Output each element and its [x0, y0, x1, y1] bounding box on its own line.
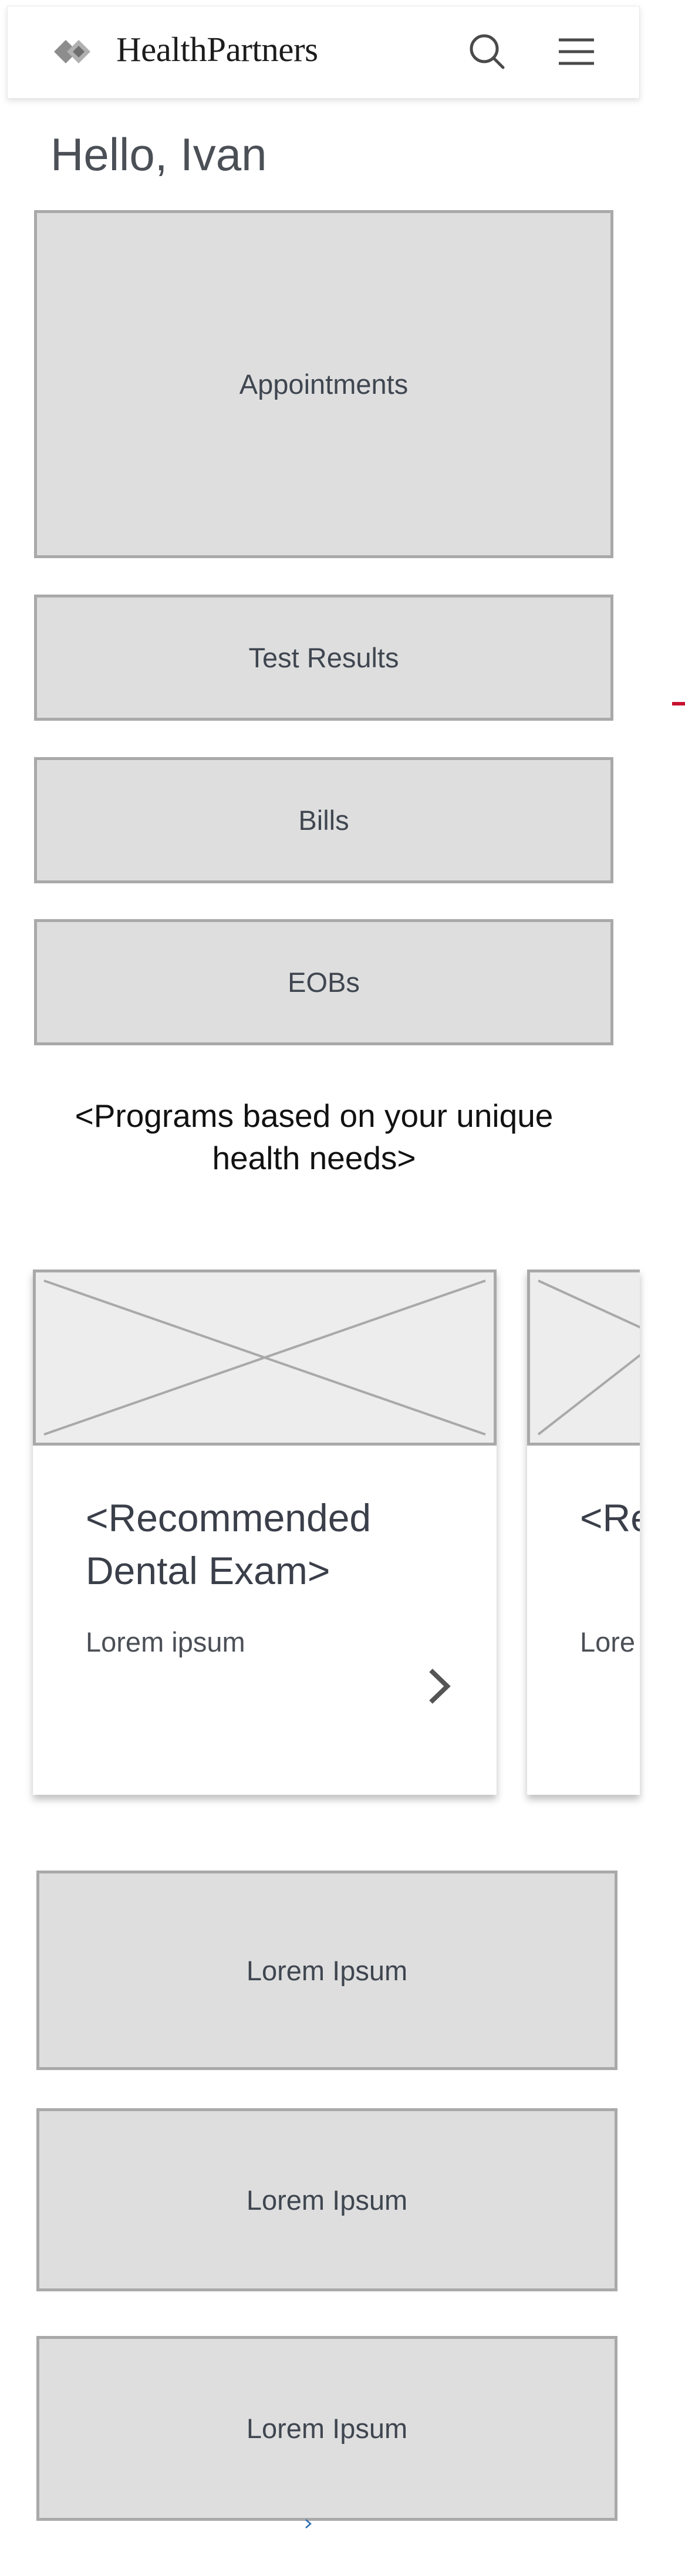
test-results-tile[interactable]: Test Results: [34, 595, 613, 721]
appointments-label: Appointments: [239, 369, 409, 400]
lorem-tile[interactable]: Lorem Ipsum: [36, 2336, 617, 2521]
appointments-tile[interactable]: Appointments: [34, 210, 613, 558]
card-subtitle: Lore: [580, 1626, 636, 1657]
program-card[interactable]: <Recommended Dental Exam> Lorem ipsum: [33, 1270, 497, 1795]
card-subtitle: Lorem ipsum: [86, 1626, 245, 1657]
accent-mark: [672, 702, 685, 705]
lorem-tile-label: Lorem Ipsum: [246, 2413, 408, 2444]
lorem-tile-label: Lorem Ipsum: [246, 1954, 408, 1986]
card-title: <Re XYZ: [580, 1496, 640, 1539]
hamburger-menu-icon[interactable]: [553, 28, 600, 75]
test-results-label: Test Results: [248, 642, 399, 673]
image-placeholder: [33, 1270, 497, 1446]
programs-heading: <Programs based on your unique health ne…: [75, 1098, 554, 1176]
image-placeholder: [527, 1270, 640, 1446]
card-title: <Recommended Dental Exam>: [86, 1496, 372, 1592]
bills-tile[interactable]: Bills: [34, 757, 613, 883]
greeting-title: Hello, Ivan: [50, 129, 267, 180]
chevron-right-icon[interactable]: [304, 2518, 312, 2530]
search-icon[interactable]: [464, 28, 511, 75]
diamond-logo-icon: [54, 40, 90, 63]
lorem-tile-label: Lorem Ipsum: [246, 2184, 408, 2216]
lorem-tile[interactable]: Lorem Ipsum: [36, 2108, 617, 2291]
bills-label: Bills: [298, 805, 349, 836]
brand-name[interactable]: HealthPartners: [116, 29, 318, 70]
eobs-tile[interactable]: EOBs: [34, 919, 613, 1045]
chevron-right-icon[interactable]: [425, 1666, 453, 1707]
program-card[interactable]: <Re XYZ Lore: [527, 1270, 640, 1795]
lorem-tile[interactable]: Lorem Ipsum: [36, 1871, 617, 2070]
eobs-label: EOBs: [288, 967, 360, 998]
